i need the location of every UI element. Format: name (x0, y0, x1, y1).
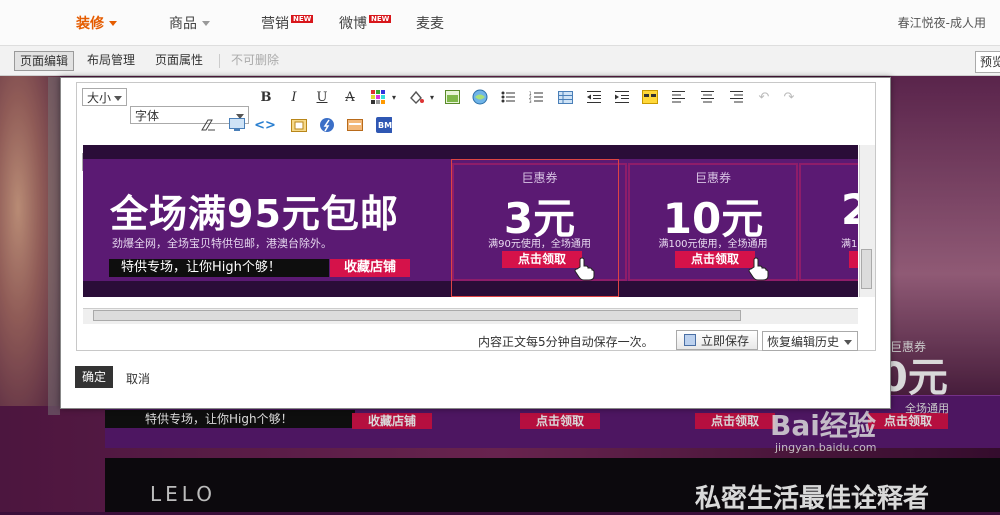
underline-icon[interactable]: U (314, 89, 330, 105)
sub-toolbar: 页面编辑 布局管理 页面属性 不可删除 (0, 46, 1000, 76)
font-family-select-value: 字体 (135, 109, 160, 123)
banner-slogan: 特供专场，让你High个够！ (109, 259, 329, 277)
italic-icon[interactable]: I (286, 89, 302, 105)
restore-history-label: 恢复编辑历史 (767, 335, 840, 349)
coupon-card[interactable]: 巨惠券 10元 满100元使用，全场通用 点击领取 (628, 163, 798, 281)
font-size-select[interactable]: 大小 (82, 88, 127, 106)
save-now-label: 立即保存 (701, 334, 750, 348)
coupon-rule: 满188 (841, 239, 858, 250)
nav-item-label: 装修 (76, 16, 104, 32)
module-icon[interactable] (347, 117, 363, 133)
nav-item-marketing[interactable]: 营销 NEW (261, 13, 314, 33)
hand-pointer-icon (748, 257, 769, 281)
chevron-down-icon (109, 20, 117, 26)
chevron-down-icon (202, 20, 210, 26)
horizontal-scroll-thumb[interactable] (93, 310, 741, 321)
flash-icon[interactable] (319, 117, 335, 133)
image-icon[interactable] (444, 89, 460, 105)
confirm-button[interactable]: 确定 (75, 366, 113, 388)
new-badge: NEW (369, 15, 392, 23)
emoticon-icon[interactable] (642, 89, 658, 105)
coupon-title: 巨惠券 (694, 171, 731, 185)
link-icon[interactable] (472, 89, 488, 105)
bold-icon[interactable]: B (258, 89, 274, 105)
preview-button[interactable]: 预览 (975, 51, 1000, 73)
nav-item-maimai[interactable]: 麦麦 (416, 13, 444, 33)
chevron-down-icon (114, 96, 122, 101)
chevron-down-icon[interactable]: ▾ (424, 89, 440, 105)
media-icon[interactable] (291, 117, 307, 133)
align-left-icon[interactable] (670, 89, 686, 105)
user-name[interactable]: 春江悦夜-成人用 (898, 14, 986, 31)
clear-format-icon[interactable] (200, 117, 216, 133)
claim-coupon-button[interactable]: 点击领取 (675, 251, 755, 268)
bm-icon[interactable]: BM (376, 117, 392, 133)
cancel-button[interactable]: 取消 (126, 370, 150, 387)
table-icon[interactable] (557, 89, 573, 105)
tab-page-edit[interactable]: 页面编辑 (14, 51, 75, 71)
banner-title: 全场满95元包邮 (110, 192, 399, 236)
redo-icon[interactable]: ↷ (781, 89, 797, 105)
svg-text:3: 3 (529, 99, 532, 103)
undo-icon[interactable]: ↶ (756, 89, 772, 105)
autosave-note: 内容正文每5分钟自动保存一次。 (478, 335, 654, 349)
tab-page-properties[interactable]: 页面属性 (150, 51, 208, 69)
vertical-scroll-thumb[interactable] (861, 249, 872, 289)
source-code-icon[interactable]: <> (254, 117, 276, 133)
delete-disabled-button: 不可删除 (231, 53, 280, 67)
svg-text:BM: BM (378, 121, 392, 130)
selection-outline (451, 159, 619, 297)
restore-history-select[interactable]: 恢复编辑历史 (762, 331, 858, 351)
nav-item-decorate[interactable]: 装修 (76, 13, 117, 33)
outdent-icon[interactable] (586, 89, 602, 105)
nav-item-weibo[interactable]: 微博 NEW (339, 13, 392, 33)
chevron-down-icon[interactable]: ▾ (386, 89, 402, 105)
nav-item-label: 营销 (261, 16, 289, 32)
tab-layout-manage[interactable]: 布局管理 (82, 51, 140, 69)
coupon-value: 2 (841, 185, 858, 234)
top-nav: 装修 商品 营销 NEW 微博 NEW 麦麦 春江悦夜-成人用 (0, 0, 1000, 46)
save-icon (684, 334, 696, 346)
nav-item-label: 麦麦 (416, 16, 444, 32)
nav-item-products[interactable]: 商品 (169, 13, 210, 33)
align-center-icon[interactable] (699, 89, 715, 105)
insert-image-icon[interactable] (229, 117, 245, 133)
favorite-shop-button[interactable]: 收藏店铺 (330, 259, 410, 277)
numbered-list-icon[interactable]: 123 (528, 89, 544, 105)
editor-content[interactable]: 全场满95元包邮 劲爆全网，全场宝贝特供包邮，港澳台除外。 特供专场，让你Hig… (83, 145, 858, 297)
nav-item-label: 微博 (339, 16, 367, 32)
coupon-card[interactable]: 2 满188 (799, 163, 858, 281)
strikethrough-icon[interactable]: A (342, 89, 358, 105)
new-badge: NEW (291, 15, 314, 23)
fill-color-icon[interactable] (408, 89, 424, 105)
modal-shadow (48, 77, 60, 415)
indent-icon[interactable] (614, 89, 630, 105)
bullet-list-icon[interactable] (500, 89, 516, 105)
nav-item-label: 商品 (169, 16, 197, 32)
chevron-down-icon (844, 340, 852, 345)
divider (219, 54, 220, 68)
align-right-icon[interactable] (728, 89, 744, 105)
table-color-icon[interactable] (370, 89, 386, 105)
claim-coupon-button[interactable] (849, 251, 858, 268)
coupon-rule: 满100元使用，全场通用 (658, 239, 768, 250)
font-size-select-value: 大小 (87, 91, 112, 105)
banner-subtitle: 劲爆全网，全场宝贝特供包邮，港澳台除外。 (112, 237, 332, 250)
